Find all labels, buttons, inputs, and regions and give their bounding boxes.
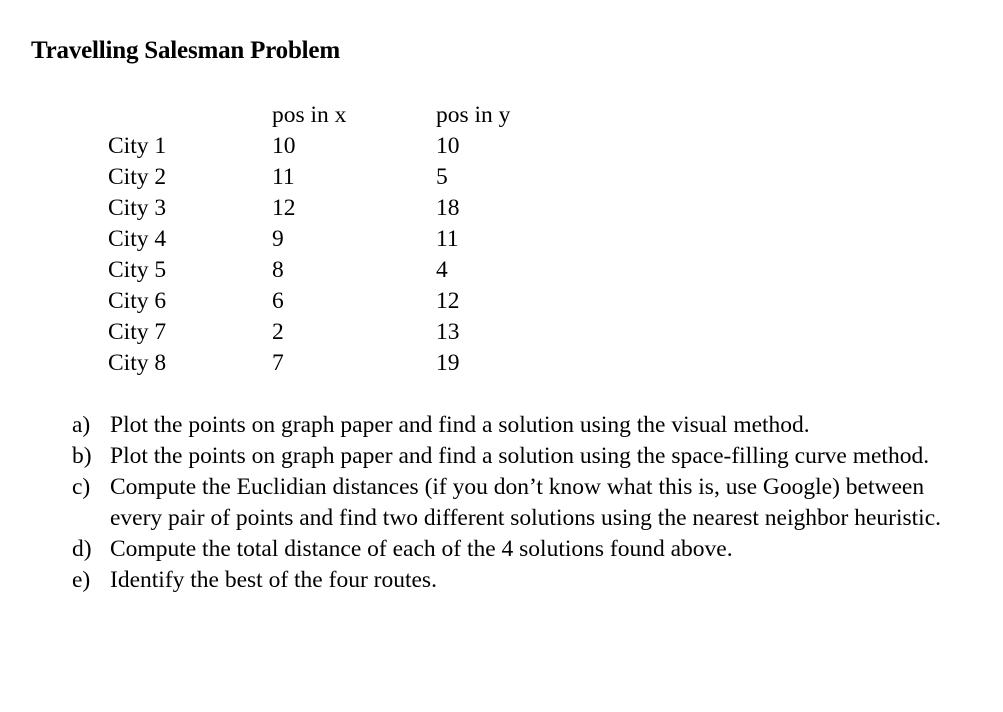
city-x: 8 [272,257,284,283]
question-item-a: a) Plot the points on graph paper and fi… [72,410,972,441]
city-x: 2 [272,319,284,345]
city-name: City 2 [108,164,167,190]
question-list: a) Plot the points on graph paper and fi… [72,410,972,596]
question-text: Compute the total distance of each of th… [110,536,733,562]
question-marker: a) [72,412,91,438]
city-y: 11 [436,226,459,252]
city-name: City 8 [108,350,167,376]
city-y: 10 [436,133,460,159]
city-name: City 6 [108,288,167,314]
city-name: City 4 [108,226,167,252]
city-y: 4 [436,257,448,283]
question-marker: d) [72,536,92,562]
city-y: 19 [436,350,460,376]
question-item-d: d) Compute the total distance of each of… [72,534,972,565]
city-name: City 7 [108,319,167,345]
question-text: Compute the Euclidian distances (if you … [110,474,942,531]
city-name: City 1 [108,133,167,159]
question-item-c: c) Compute the Euclidian distances (if y… [72,472,972,534]
city-x: 7 [272,350,284,376]
header-pos-y: pos in y [436,102,511,128]
question-item-e: e) Identify the best of the four routes. [72,565,972,596]
city-name: City 3 [108,195,167,221]
city-name: City 5 [108,257,167,283]
header-pos-x: pos in x [272,102,347,128]
city-y: 13 [436,319,460,345]
question-marker: e) [72,567,91,593]
question-item-b: b) Plot the points on graph paper and fi… [72,441,972,472]
question-marker: b) [72,443,92,469]
city-x: 11 [272,164,295,190]
city-y: 18 [436,195,460,221]
question-text: Identify the best of the four routes. [110,567,437,593]
city-x: 10 [272,133,296,159]
city-y: 12 [436,288,460,314]
city-x: 9 [272,226,284,252]
question-text: Plot the points on graph paper and find … [110,412,810,438]
city-x: 6 [272,288,284,314]
document-title: Travelling Salesman Problem [31,37,340,64]
city-y: 5 [436,164,448,190]
question-marker: c) [72,474,91,500]
city-x: 12 [272,195,296,221]
question-text: Plot the points on graph paper and find … [110,443,930,469]
